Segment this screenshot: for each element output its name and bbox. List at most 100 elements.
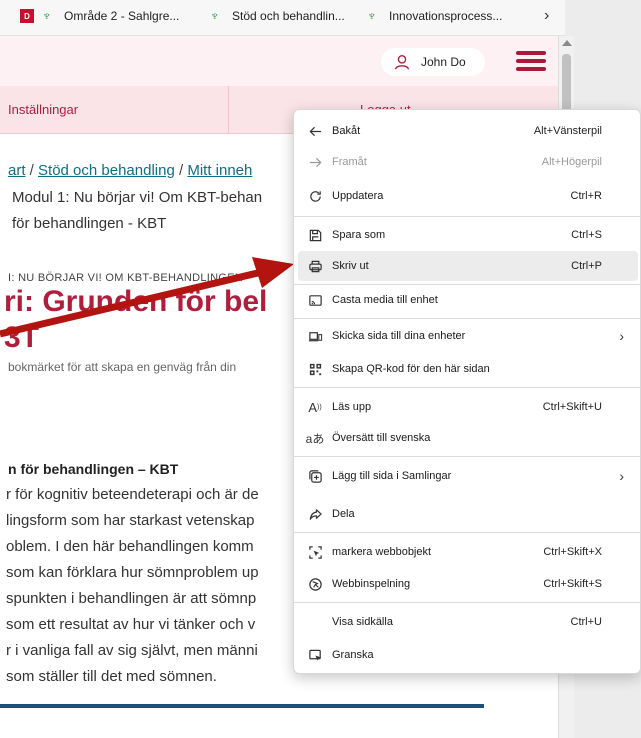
- refresh-icon: [298, 189, 332, 204]
- arrow-right-icon: [298, 155, 332, 170]
- breadcrumb-link-content[interactable]: Mitt inneh: [187, 162, 252, 179]
- nav-settings-link[interactable]: Inställningar: [8, 102, 78, 117]
- paragraph-line: som ett resultat av hur vi tänker och v: [6, 616, 256, 633]
- menu-item-label: Läs upp: [332, 401, 372, 413]
- bookmarks-overflow-chevron-icon[interactable]: ›: [544, 7, 549, 25]
- menu-item-cast[interactable]: Casta media till enhet: [298, 285, 638, 315]
- menu-item-label: Webbinspelning: [332, 578, 411, 590]
- breadcrumb-separator: /: [25, 162, 39, 179]
- menu-item-label: Uppdatera: [332, 190, 384, 202]
- vgr-icon: ♆: [367, 8, 377, 23]
- menu-item-web-capture[interactable]: Webbinspelning Ctrl+Skift+S: [298, 569, 638, 599]
- content-divider-bar: [0, 704, 484, 708]
- module-kicker: I: NU BÖRJAR VI! OM KBT-BEHANDLINGEN: [8, 272, 244, 284]
- bookmarks-bar: D ♆ Område 2 - Sahlgre... ♆ Stöd och beh…: [0, 0, 565, 36]
- menu-item-print[interactable]: Skriv ut Ctrl+P: [298, 251, 638, 281]
- menu-item-shortcut: Ctrl+P: [571, 260, 602, 272]
- paragraph-line: r i vanliga fall av sig självt, men männ…: [6, 642, 258, 659]
- bookmark-label: Innovationsprocess...: [389, 9, 503, 23]
- menu-item-translate[interactable]: aあ Översätt till svenska: [298, 423, 638, 453]
- menu-item-shortcut: Ctrl+Skift+S: [543, 578, 602, 590]
- menu-item-label: Spara som: [332, 229, 386, 241]
- menu-item-label: Visa sidkälla: [332, 616, 393, 628]
- menu-item-label: Framåt: [332, 156, 367, 168]
- web-select-icon: [298, 545, 332, 560]
- save-icon: [298, 228, 332, 243]
- read-aloud-icon: A)): [308, 399, 322, 415]
- vgr-icon: ♆: [42, 8, 52, 23]
- menu-item-view-source[interactable]: Visa sidkälla Ctrl+U: [298, 607, 638, 637]
- submenu-chevron-icon: ›: [619, 328, 624, 344]
- translate-icon: aあ: [305, 431, 325, 446]
- menu-item-refresh[interactable]: Uppdatera Ctrl+R: [298, 181, 638, 211]
- nav-divider: [228, 86, 229, 134]
- site-favicon-icon: D: [20, 9, 34, 23]
- paragraph-line: oblem. I den här behandlingen komm: [6, 538, 254, 555]
- print-icon: [298, 259, 332, 274]
- paragraph-line: lingsform som har starkast vetenskap: [6, 512, 255, 529]
- page-title: ri: Grunden för bel 3T: [4, 284, 267, 356]
- breadcrumb-link-start[interactable]: art: [8, 162, 26, 179]
- paragraph-line: r för kognitiv beteendeterapi och är de: [6, 486, 259, 503]
- inspect-icon: [298, 648, 332, 663]
- submenu-chevron-icon: ›: [619, 468, 624, 484]
- menu-separator: [294, 532, 640, 533]
- menu-item-shortcut: Ctrl+Skift+X: [543, 546, 602, 558]
- menu-item-save-as[interactable]: Spara som Ctrl+S: [298, 220, 638, 250]
- menu-item-label: Skriv ut: [332, 260, 369, 272]
- user-menu-button[interactable]: John Do: [381, 48, 485, 76]
- menu-item-web-select[interactable]: markera webbobjekt Ctrl+Skift+X: [298, 537, 638, 567]
- bookmark-label: Område 2 - Sahlgre...: [64, 9, 180, 23]
- menu-item-label: Lägg till sida i Samlingar: [332, 470, 452, 482]
- paragraph-line: spunkten i behandlingen är att sömnp: [6, 590, 257, 607]
- context-menu: Bakåt Alt+Vänsterpil Framåt Alt+Högerpil…: [293, 109, 641, 674]
- menu-separator: [294, 456, 640, 457]
- scroll-up-arrow-icon[interactable]: [562, 40, 572, 46]
- menu-separator: [294, 318, 640, 319]
- share-icon: [298, 507, 332, 522]
- menu-item-collections[interactable]: Lägg till sida i Samlingar ›: [298, 461, 638, 491]
- menu-item-label: Bakåt: [332, 125, 361, 137]
- menu-item-back[interactable]: Bakåt Alt+Vänsterpil: [298, 116, 638, 146]
- menu-item-label: markera webbobjekt: [332, 546, 432, 558]
- page-title-line: 3T: [4, 321, 40, 354]
- qr-code-icon: [298, 362, 332, 377]
- menu-item-forward[interactable]: Framåt Alt+Högerpil: [298, 147, 638, 177]
- menu-item-label: Granska: [332, 649, 374, 661]
- site-header: John Do: [0, 36, 558, 86]
- menu-item-shortcut: Ctrl+R: [570, 190, 602, 202]
- breadcrumb: art / Stöd och behandling / Mitt inneh: [8, 162, 252, 179]
- breadcrumb-current: för behandlingen - KBT: [12, 215, 167, 232]
- menu-item-inspect[interactable]: Granska: [298, 640, 638, 670]
- page-title-line: ri: Grunden för bel: [4, 285, 268, 318]
- menu-item-label: Casta media till enhet: [332, 294, 438, 306]
- menu-separator: [294, 216, 640, 217]
- bookmark-label: Stöd och behandlin...: [232, 9, 345, 23]
- breadcrumb-separator: /: [174, 162, 188, 179]
- menu-item-shortcut: Ctrl+S: [571, 229, 602, 241]
- menu-item-share[interactable]: Dela: [298, 499, 638, 529]
- menu-separator: [294, 602, 640, 603]
- user-icon: [395, 55, 409, 70]
- menu-item-shortcut: Ctrl+U: [570, 616, 602, 628]
- user-name: John Do: [421, 55, 466, 69]
- bookmark-item-innovation[interactable]: ♆ Innovationsprocess...: [367, 8, 503, 24]
- vgr-icon: ♆: [210, 8, 220, 23]
- breadcrumb-link-stod[interactable]: Stöd och behandling: [38, 162, 175, 179]
- menu-item-label: Skicka sida till dina enheter: [332, 330, 466, 342]
- bookmark-item-stod[interactable]: ♆ Stöd och behandlin...: [210, 8, 345, 24]
- hamburger-menu-icon[interactable]: [516, 51, 546, 71]
- menu-item-shortcut: Alt+Högerpil: [541, 156, 602, 168]
- menu-item-shortcut: Ctrl+Skift+U: [542, 401, 602, 413]
- menu-item-qr-code[interactable]: Skapa QR-kod för den här sidan: [298, 354, 638, 384]
- menu-item-send-to-devices[interactable]: Skicka sida till dina enheter ›: [298, 321, 638, 351]
- menu-separator: [294, 387, 640, 388]
- menu-item-label: Översätt till svenska: [332, 432, 431, 444]
- section-heading: n för behandlingen – KBT: [8, 461, 179, 477]
- bookmark-item-omrade[interactable]: D ♆ Område 2 - Sahlgre...: [20, 9, 179, 23]
- cast-icon: [298, 293, 332, 308]
- paragraph-line: som ställer till det med sömnen.: [6, 668, 217, 685]
- menu-item-read-aloud[interactable]: A)) Läs upp Ctrl+Skift+U: [298, 392, 638, 422]
- arrow-left-icon: [298, 124, 332, 139]
- paragraph-line: som kan förklara hur sömnproblem up: [6, 564, 259, 581]
